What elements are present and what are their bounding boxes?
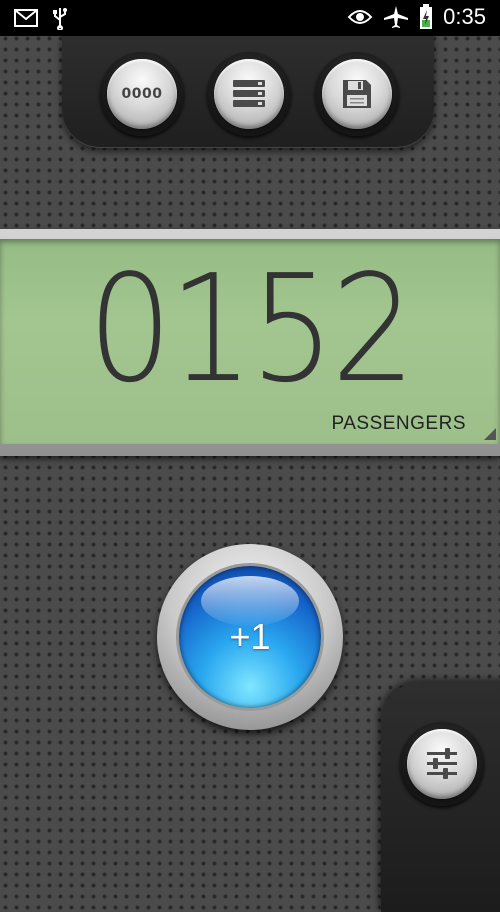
reset-label: 0000 xyxy=(121,86,163,102)
list-icon xyxy=(232,79,266,109)
corner-indicator xyxy=(484,428,496,440)
count-value: 0152 xyxy=(87,243,416,415)
reset-counter-button[interactable]: 0000 xyxy=(100,52,184,136)
history-list-button[interactable] xyxy=(207,52,291,136)
increment-label: +1 xyxy=(229,616,271,657)
mail-icon xyxy=(14,9,38,27)
counter-display: 0152 PASSENGERS xyxy=(0,229,500,456)
airplane-mode-icon xyxy=(383,5,409,29)
floppy-disk-icon xyxy=(342,79,372,109)
eye-icon xyxy=(347,8,373,26)
save-button[interactable] xyxy=(315,52,399,136)
increment-button-face: +1 xyxy=(179,566,321,708)
unit-label[interactable]: PASSENGERS xyxy=(331,413,466,435)
clock: 0:35 xyxy=(443,4,486,29)
increment-button[interactable]: +1 xyxy=(157,544,343,730)
status-bar: 0:35 xyxy=(0,0,500,36)
top-toolbar: 0000 xyxy=(62,36,434,148)
sliders-icon xyxy=(425,748,459,780)
battery-charging-icon xyxy=(419,4,433,30)
usb-icon xyxy=(52,6,68,30)
settings-button[interactable] xyxy=(400,722,484,806)
lcd-panel: 0152 PASSENGERS xyxy=(0,239,500,444)
